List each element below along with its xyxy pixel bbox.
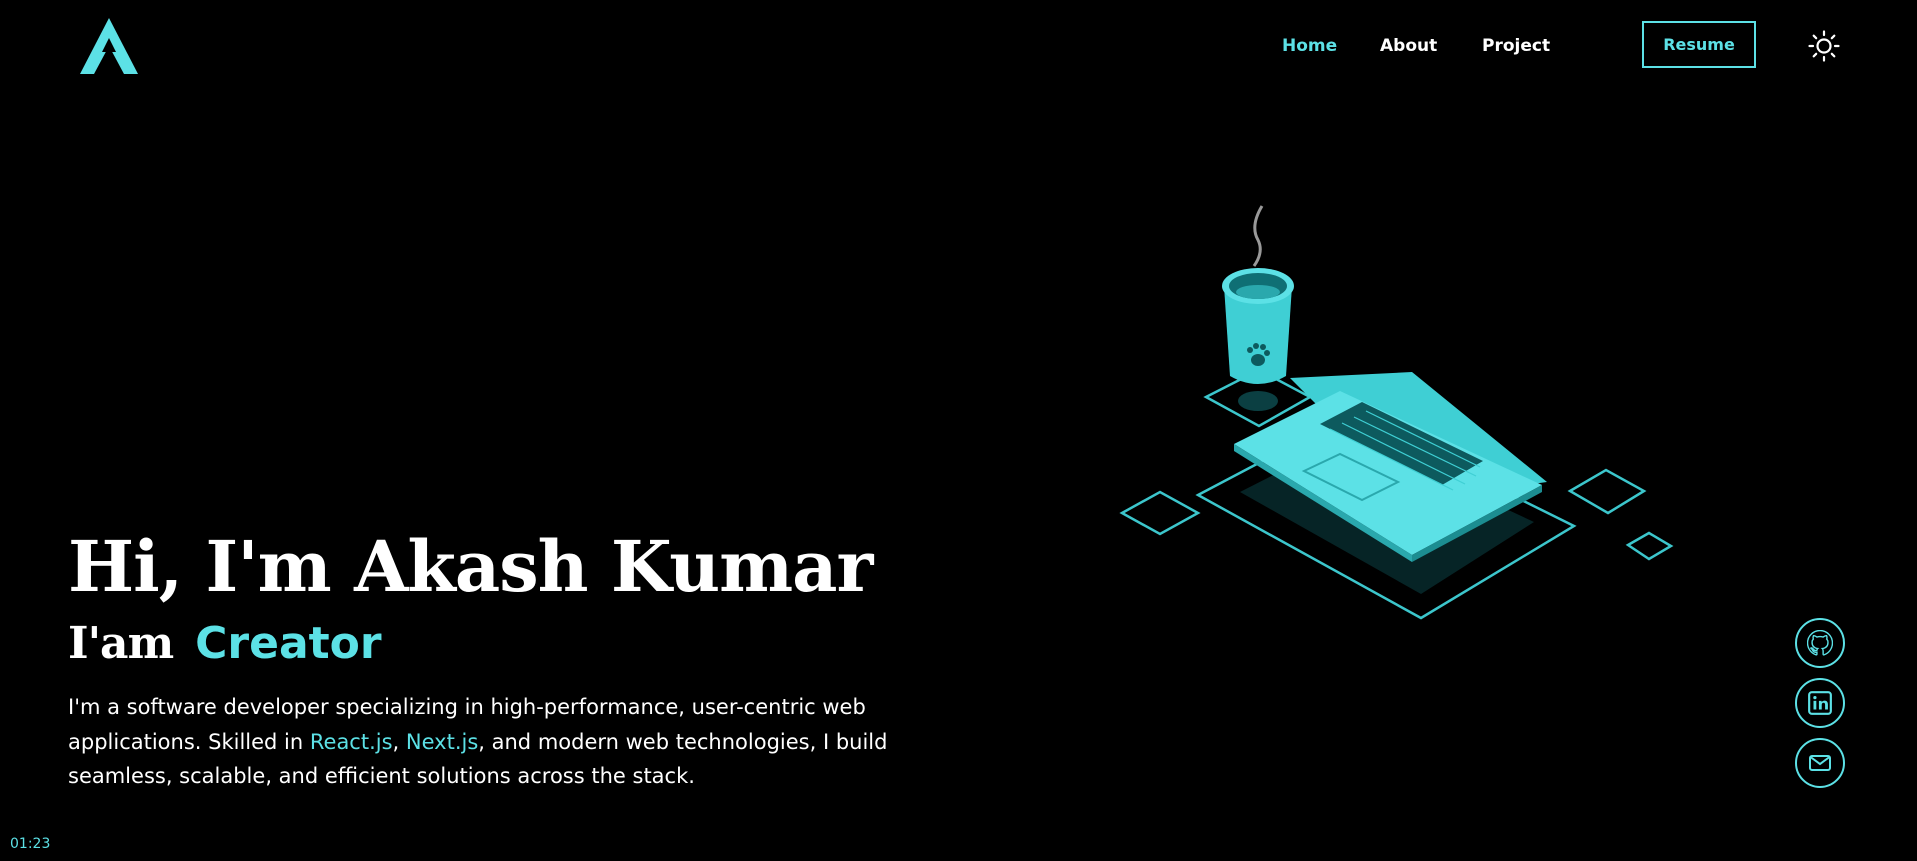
- sun-icon[interactable]: [1808, 30, 1840, 62]
- subtitle-role: Creator: [195, 618, 382, 669]
- tile-small: [1625, 531, 1674, 561]
- main-nav: Home About Project: [0, 34, 1917, 58]
- page: Home About Project Resume Hi, I'm Akash …: [0, 0, 1917, 861]
- description-separator: ,: [392, 729, 406, 754]
- nav-project[interactable]: Project: [1482, 34, 1550, 58]
- mail-icon: [1809, 755, 1831, 771]
- laptop-coffee-illustration: [1119, 205, 1674, 620]
- tile-left: [1119, 490, 1201, 536]
- nav-about[interactable]: About: [1380, 34, 1437, 58]
- mail-button[interactable]: [1795, 738, 1845, 788]
- linkedin-button[interactable]: [1795, 678, 1845, 728]
- resume-button[interactable]: Resume: [1642, 21, 1756, 68]
- tile-right: [1567, 468, 1647, 515]
- github-icon: [1807, 630, 1833, 656]
- nextjs-link[interactable]: Next.js: [406, 730, 478, 754]
- clock-readout: 01:23: [10, 836, 51, 852]
- react-link[interactable]: React.js: [310, 730, 393, 754]
- subtitle-prefix: I'am: [68, 618, 174, 669]
- nav-home[interactable]: Home: [1282, 34, 1337, 58]
- github-button[interactable]: [1795, 618, 1845, 668]
- linkedin-icon: [1808, 691, 1832, 715]
- hero-subtitle: I'am Creator: [68, 617, 382, 671]
- hero-description: I'm a software developer specializing in…: [68, 690, 888, 794]
- hero-title: Hi, I'm Akash Kumar: [68, 525, 873, 608]
